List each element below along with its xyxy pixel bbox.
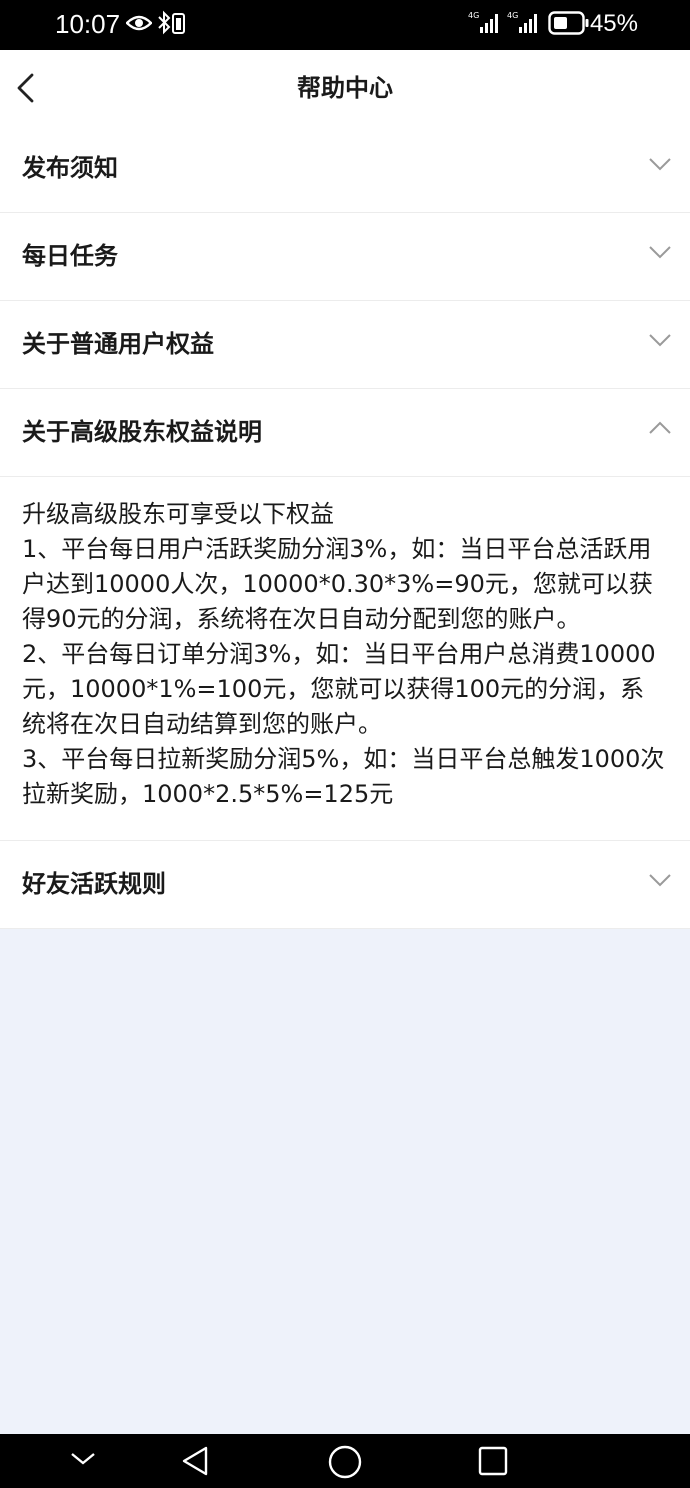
chevron-down-icon <box>649 158 671 171</box>
status-bar: 10:07 4G 4G 45% <box>0 0 690 50</box>
battery-percent: 45% <box>589 10 638 37</box>
section-regular-user-rights[interactable]: 关于普通用户权益 <box>0 301 690 389</box>
section-title: 每日任务 <box>22 242 118 270</box>
battery-icon <box>548 11 589 35</box>
content-paragraph: 1、平台每日用户活跃奖励分润3%，如：当日平台总活跃用户达到10000人次，10… <box>22 535 653 633</box>
section-senior-shareholder-rights[interactable]: 关于高级股东权益说明 <box>0 389 690 477</box>
svg-text:4G: 4G <box>507 11 518 20</box>
help-accordion: 发布须知 每日任务 关于普通用户权益 关于高级股东权益说明 升级高级股东可享受以… <box>0 125 690 929</box>
eye-icon <box>126 15 152 31</box>
chevron-down-icon <box>649 246 671 259</box>
content-paragraph: 2、平台每日订单分润3%，如：当日平台用户总消费10000元，10000*1%=… <box>22 640 656 738</box>
status-time: 10:07 <box>55 9 121 39</box>
hide-keyboard-chevron-icon[interactable] <box>68 1448 98 1468</box>
page-title: 帮助中心 <box>297 74 393 102</box>
recents-square-icon[interactable] <box>477 1445 509 1477</box>
back-triangle-icon[interactable] <box>178 1444 212 1478</box>
section-friend-activity-rules[interactable]: 好友活跃规则 <box>0 841 690 929</box>
signal-4g-icon: 4G <box>468 11 498 33</box>
svg-text:4G: 4G <box>468 11 479 20</box>
section-publish-notice[interactable]: 发布须知 <box>0 125 690 213</box>
section-title: 关于普通用户权益 <box>22 330 214 358</box>
section-title: 好友活跃规则 <box>22 870 166 898</box>
home-circle-icon[interactable] <box>327 1444 363 1480</box>
header-bar: 帮助中心 <box>0 50 690 125</box>
content-paragraph: 3、平台每日拉新奖励分润5%，如：当日平台总触发1000次拉新奖励，1000*2… <box>22 745 665 808</box>
chevron-down-icon <box>649 874 671 887</box>
bluetooth-battery-icon <box>158 10 185 35</box>
content-paragraph: 升级高级股东可享受以下权益 <box>22 500 334 528</box>
section-title: 关于高级股东权益说明 <box>22 418 262 446</box>
system-nav-bar <box>0 1434 690 1488</box>
chevron-up-icon <box>649 421 671 434</box>
section-daily-tasks[interactable]: 每日任务 <box>0 213 690 301</box>
section-content: 升级高级股东可享受以下权益 1、平台每日用户活跃奖励分润3%，如：当日平台总活跃… <box>0 477 690 841</box>
chevron-down-icon <box>649 334 671 347</box>
signal-4g-icon: 4G <box>507 11 537 33</box>
section-title: 发布须知 <box>22 154 118 182</box>
